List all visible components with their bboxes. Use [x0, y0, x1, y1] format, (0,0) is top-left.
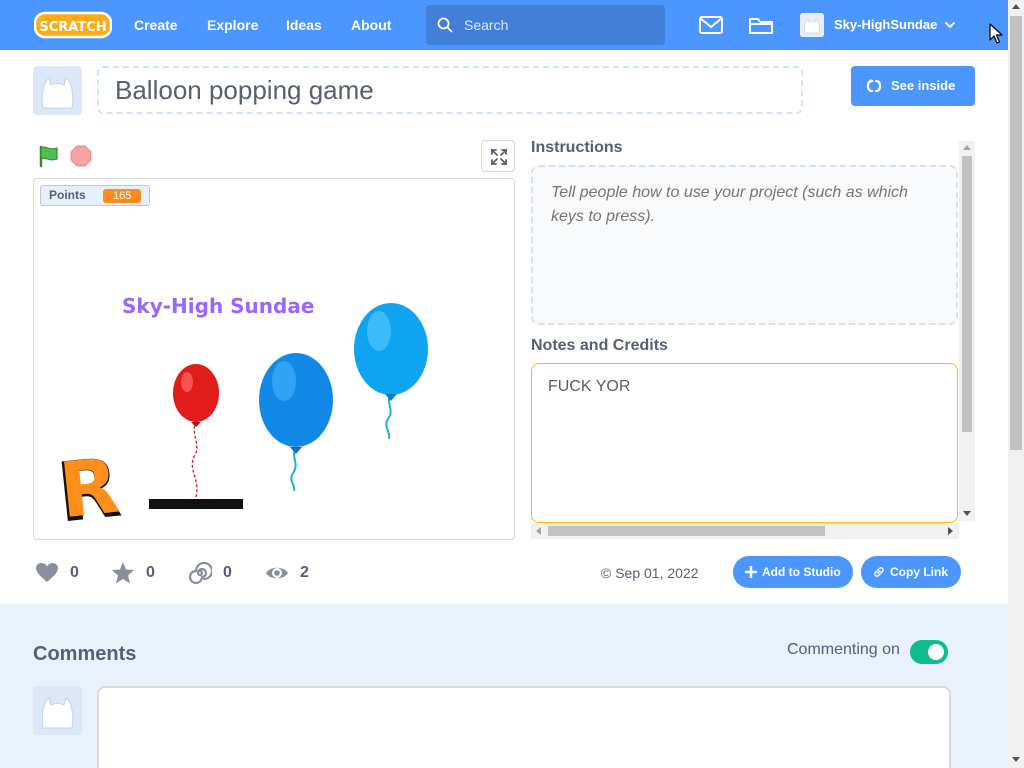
eye-icon — [266, 567, 288, 579]
my-stuff-folder-icon[interactable] — [748, 13, 774, 37]
panel-scroll-right-arrow[interactable] — [948, 527, 953, 535]
scratch-logo[interactable]: SCRATCH — [33, 10, 113, 40]
view-count: 2 — [300, 564, 309, 581]
stage-sprites: R R — [52, 303, 428, 539]
page-scrollbar[interactable] — [1008, 0, 1024, 768]
panel-hscroll-thumb[interactable] — [548, 526, 825, 536]
svg-text:SCRATCH: SCRATCH — [39, 20, 106, 35]
star-icon — [112, 562, 134, 584]
see-inside-icon — [866, 79, 882, 93]
panel-scroll-down-arrow[interactable] — [963, 511, 971, 516]
mouse-cursor-icon — [989, 23, 1003, 44]
search-box — [426, 5, 665, 45]
add-to-studio-button[interactable]: Add to Studio — [733, 556, 853, 588]
love-count: 0 — [70, 564, 79, 581]
instructions-heading: Instructions — [531, 139, 623, 156]
see-inside-button[interactable]: See inside — [851, 66, 975, 106]
stop-sign-icon[interactable] — [70, 145, 92, 167]
messages-envelope-icon[interactable] — [698, 13, 724, 37]
favorite-count: 0 — [146, 564, 155, 581]
toggle-knob — [928, 644, 944, 660]
blue-balloon-sprite-2 — [354, 303, 428, 440]
nav-about-link[interactable]: About — [351, 0, 391, 50]
user-avatar — [800, 13, 824, 37]
notes-credits-textarea[interactable]: FUCK YOR — [531, 363, 958, 523]
ground-bar-sprite — [149, 499, 243, 509]
search-input[interactable] — [464, 5, 659, 45]
add-to-studio-label: Add to Studio — [762, 565, 841, 579]
commenter-avatar — [33, 686, 82, 735]
panel-scroll-up-arrow[interactable] — [963, 145, 971, 150]
nav-create-link[interactable]: Create — [134, 0, 178, 50]
commenting-status-label: Commenting on — [787, 641, 900, 658]
plus-icon — [745, 566, 757, 578]
remix-count: 0 — [223, 564, 232, 581]
copy-link-label: Copy Link — [890, 565, 949, 579]
red-balloon-sprite — [173, 364, 219, 498]
link-icon — [874, 567, 884, 577]
comments-heading: Comments — [33, 643, 137, 665]
nav-explore-link[interactable]: Explore — [207, 0, 258, 50]
notes-credits-heading: Notes and Credits — [531, 337, 668, 354]
remix-spiral-icon — [188, 561, 212, 585]
svg-text:R: R — [55, 441, 123, 536]
copy-link-button[interactable]: Copy Link — [861, 556, 961, 588]
heart-icon — [36, 563, 58, 582]
project-title-input[interactable] — [97, 66, 803, 114]
top-navbar: SCRATCH Create Explore Ideas About Sky-H… — [0, 0, 1008, 50]
panel-scroll-left-arrow[interactable] — [536, 527, 541, 535]
comment-textarea[interactable] — [97, 686, 951, 768]
commenting-toggle[interactable] — [910, 640, 948, 664]
see-inside-label: See inside — [891, 78, 956, 93]
share-date: © Sep 01, 2022 — [601, 565, 699, 581]
chevron-down-icon — [945, 22, 955, 29]
instructions-textarea[interactable] — [531, 165, 958, 325]
nav-ideas-link[interactable]: Ideas — [286, 0, 322, 50]
fullscreen-expand-icon — [491, 149, 507, 165]
project-author-avatar[interactable] — [33, 66, 82, 115]
panel-vscroll-thumb[interactable] — [962, 156, 972, 432]
green-flag-icon[interactable] — [37, 144, 61, 168]
letter-r-sprite: R R — [52, 441, 125, 539]
scroll-up-arrow[interactable] — [1012, 4, 1020, 9]
search-icon — [437, 17, 453, 33]
blue-balloon-sprite — [259, 353, 333, 492]
scroll-down-arrow[interactable] — [1012, 757, 1020, 762]
fullscreen-button[interactable] — [481, 140, 515, 172]
username-label: Sky-HighSundae — [834, 17, 938, 32]
project-stage[interactable]: Points 165 Sky-High Sundae R R — [33, 178, 515, 540]
panel-horizontal-scrollbar[interactable] — [531, 523, 959, 539]
panel-vertical-scrollbar[interactable] — [959, 141, 975, 521]
page-scrollbar-thumb[interactable] — [1010, 16, 1022, 450]
